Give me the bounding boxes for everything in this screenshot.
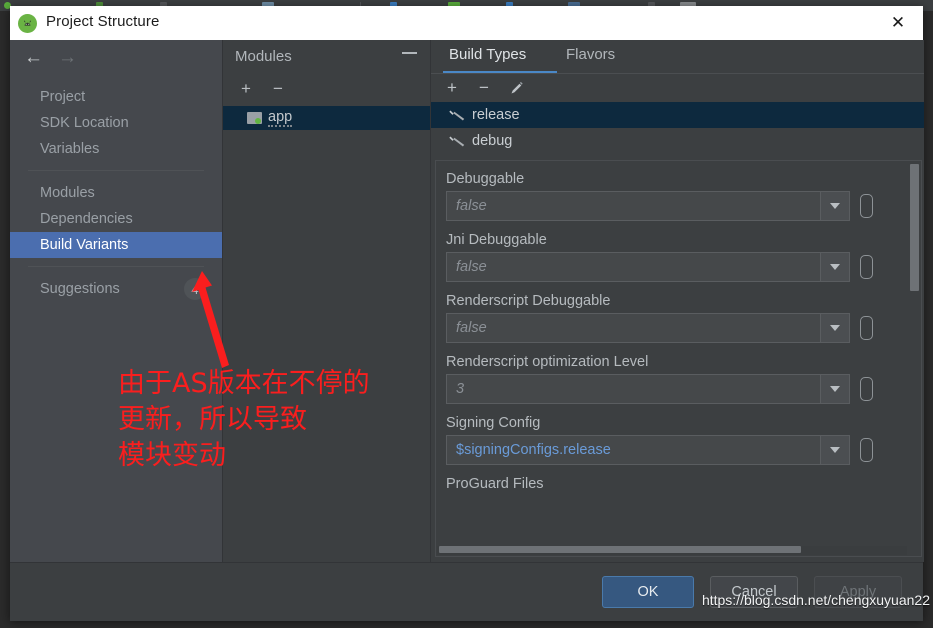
chevron-down-icon[interactable] — [820, 375, 849, 403]
modules-toolbar: + − — [223, 78, 431, 104]
build-type-label: release — [472, 107, 520, 123]
field-value: false — [456, 259, 487, 275]
scrollbar-thumb[interactable] — [439, 546, 801, 553]
forward-arrow-icon[interactable]: → — [58, 48, 77, 68]
variable-picker-button[interactable] — [860, 438, 873, 462]
modules-title: Modules — [235, 48, 292, 65]
form-vertical-scrollbar[interactable] — [910, 162, 920, 555]
ok-button[interactable]: OK — [602, 576, 694, 608]
form-horizontal-scrollbar[interactable] — [437, 546, 907, 555]
field-renderscript-optimization-level: Renderscript optimization Level 3 — [446, 354, 916, 404]
suggestions-count-badge: 4 — [184, 278, 206, 300]
build-variants-panel: Build Types Flavors + − release debug De… — [430, 40, 924, 562]
dialog-titlebar: Project Structure ✕ — [10, 6, 923, 40]
variable-picker-button[interactable] — [860, 255, 873, 279]
scrollbar-thumb[interactable] — [910, 164, 919, 291]
build-type-properties-form: Debuggable false Jni Debuggable false Re… — [435, 160, 922, 557]
build-type-release[interactable]: release — [431, 102, 924, 128]
renderscript-debuggable-select[interactable]: false — [446, 313, 850, 343]
sidebar-item-variables[interactable]: Variables — [10, 136, 222, 162]
nav-list: Project SDK Location Variables Modules D… — [10, 84, 222, 302]
properties-list: Debuggable false Jni Debuggable false Re… — [436, 161, 916, 492]
field-renderscript-debuggable: Renderscript Debuggable false — [446, 293, 916, 343]
field-label: Jni Debuggable — [446, 232, 547, 248]
chevron-down-icon[interactable] — [820, 192, 849, 220]
signing-config-select[interactable]: $signingConfigs.release — [446, 435, 850, 465]
list-item[interactable]: app — [223, 106, 431, 130]
sidebar-item-suggestions-row: Suggestions 4 — [10, 276, 222, 302]
field-label: Renderscript optimization Level — [446, 354, 649, 370]
page-title: Project Structure — [46, 13, 160, 30]
remove-module-button[interactable]: − — [267, 78, 289, 100]
add-module-button[interactable]: + — [235, 78, 257, 100]
watermark: https://blog.csdn.net/chengxuyuan22 — [701, 592, 930, 608]
remove-build-type-button[interactable]: − — [472, 76, 496, 100]
field-value: 3 — [456, 381, 465, 397]
sidebar-item-build-variants[interactable]: Build Variants — [10, 232, 222, 258]
close-icon[interactable]: ✕ — [881, 10, 915, 36]
sidebar-item-project[interactable]: Project — [10, 84, 222, 110]
tab-build-types[interactable]: Build Types — [445, 46, 530, 63]
chevron-down-icon[interactable] — [820, 314, 849, 342]
variable-picker-button[interactable] — [860, 377, 873, 401]
left-navigation: ← → Project SDK Location Variables Modul… — [10, 40, 222, 562]
field-jni-debuggable: Jni Debuggable false — [446, 232, 916, 282]
field-debuggable: Debuggable false — [446, 171, 916, 221]
build-type-debug[interactable]: debug — [431, 128, 924, 154]
variable-picker-button[interactable] — [860, 194, 873, 218]
modules-list: app — [223, 106, 431, 130]
module-label: app — [268, 109, 293, 127]
field-label: Renderscript Debuggable — [446, 293, 611, 309]
nav-divider-1 — [28, 170, 204, 171]
field-label-proguard-files: ProGuard Files — [446, 476, 544, 492]
field-label: Debuggable — [446, 171, 525, 187]
screen: Project Structure ✕ ← → Project SDK Loca… — [0, 0, 933, 628]
renderscript-optimization-level-select[interactable]: 3 — [446, 374, 850, 404]
project-structure-dialog: Project Structure ✕ ← → Project SDK Loca… — [10, 6, 924, 621]
field-value: $signingConfigs.release — [456, 442, 611, 458]
build-types-toolbar: + − — [431, 74, 924, 102]
folder-module-icon — [247, 112, 262, 124]
chevron-down-icon[interactable] — [820, 436, 849, 464]
build-types-list: release debug — [431, 102, 924, 154]
build-type-label: debug — [472, 133, 513, 149]
debuggable-select[interactable]: false — [446, 191, 850, 221]
field-signing-config: Signing Config $signingConfigs.release — [446, 415, 916, 465]
chevron-down-icon[interactable] — [820, 253, 849, 281]
field-value: false — [456, 198, 487, 214]
nav-divider-2 — [28, 266, 204, 267]
tab-bar: Build Types Flavors — [431, 40, 924, 74]
modules-panel: Modules + − app — [222, 40, 431, 562]
edit-build-type-button[interactable] — [504, 76, 528, 100]
nav-history-controls: ← → — [10, 46, 222, 74]
android-studio-icon — [18, 14, 37, 33]
sidebar-item-sdk-location[interactable]: SDK Location — [10, 110, 222, 136]
hammer-icon — [449, 110, 465, 121]
field-label: Signing Config — [446, 415, 541, 431]
field-value: false — [456, 320, 487, 336]
collapse-icon[interactable] — [402, 52, 417, 54]
add-build-type-button[interactable]: + — [440, 76, 464, 100]
modules-header: Modules — [223, 44, 431, 74]
annotation-text: 由于AS版本在不停的 更新，所以导致 模块变动 — [118, 368, 370, 471]
back-arrow-icon[interactable]: ← — [24, 48, 43, 68]
sidebar-item-dependencies[interactable]: Dependencies — [10, 206, 222, 232]
pencil-icon — [511, 81, 523, 93]
jni-debuggable-select[interactable]: false — [446, 252, 850, 282]
sidebar-item-modules[interactable]: Modules — [10, 180, 222, 206]
variable-picker-button[interactable] — [860, 316, 873, 340]
tab-flavors[interactable]: Flavors — [562, 46, 619, 63]
hammer-icon — [449, 136, 465, 147]
